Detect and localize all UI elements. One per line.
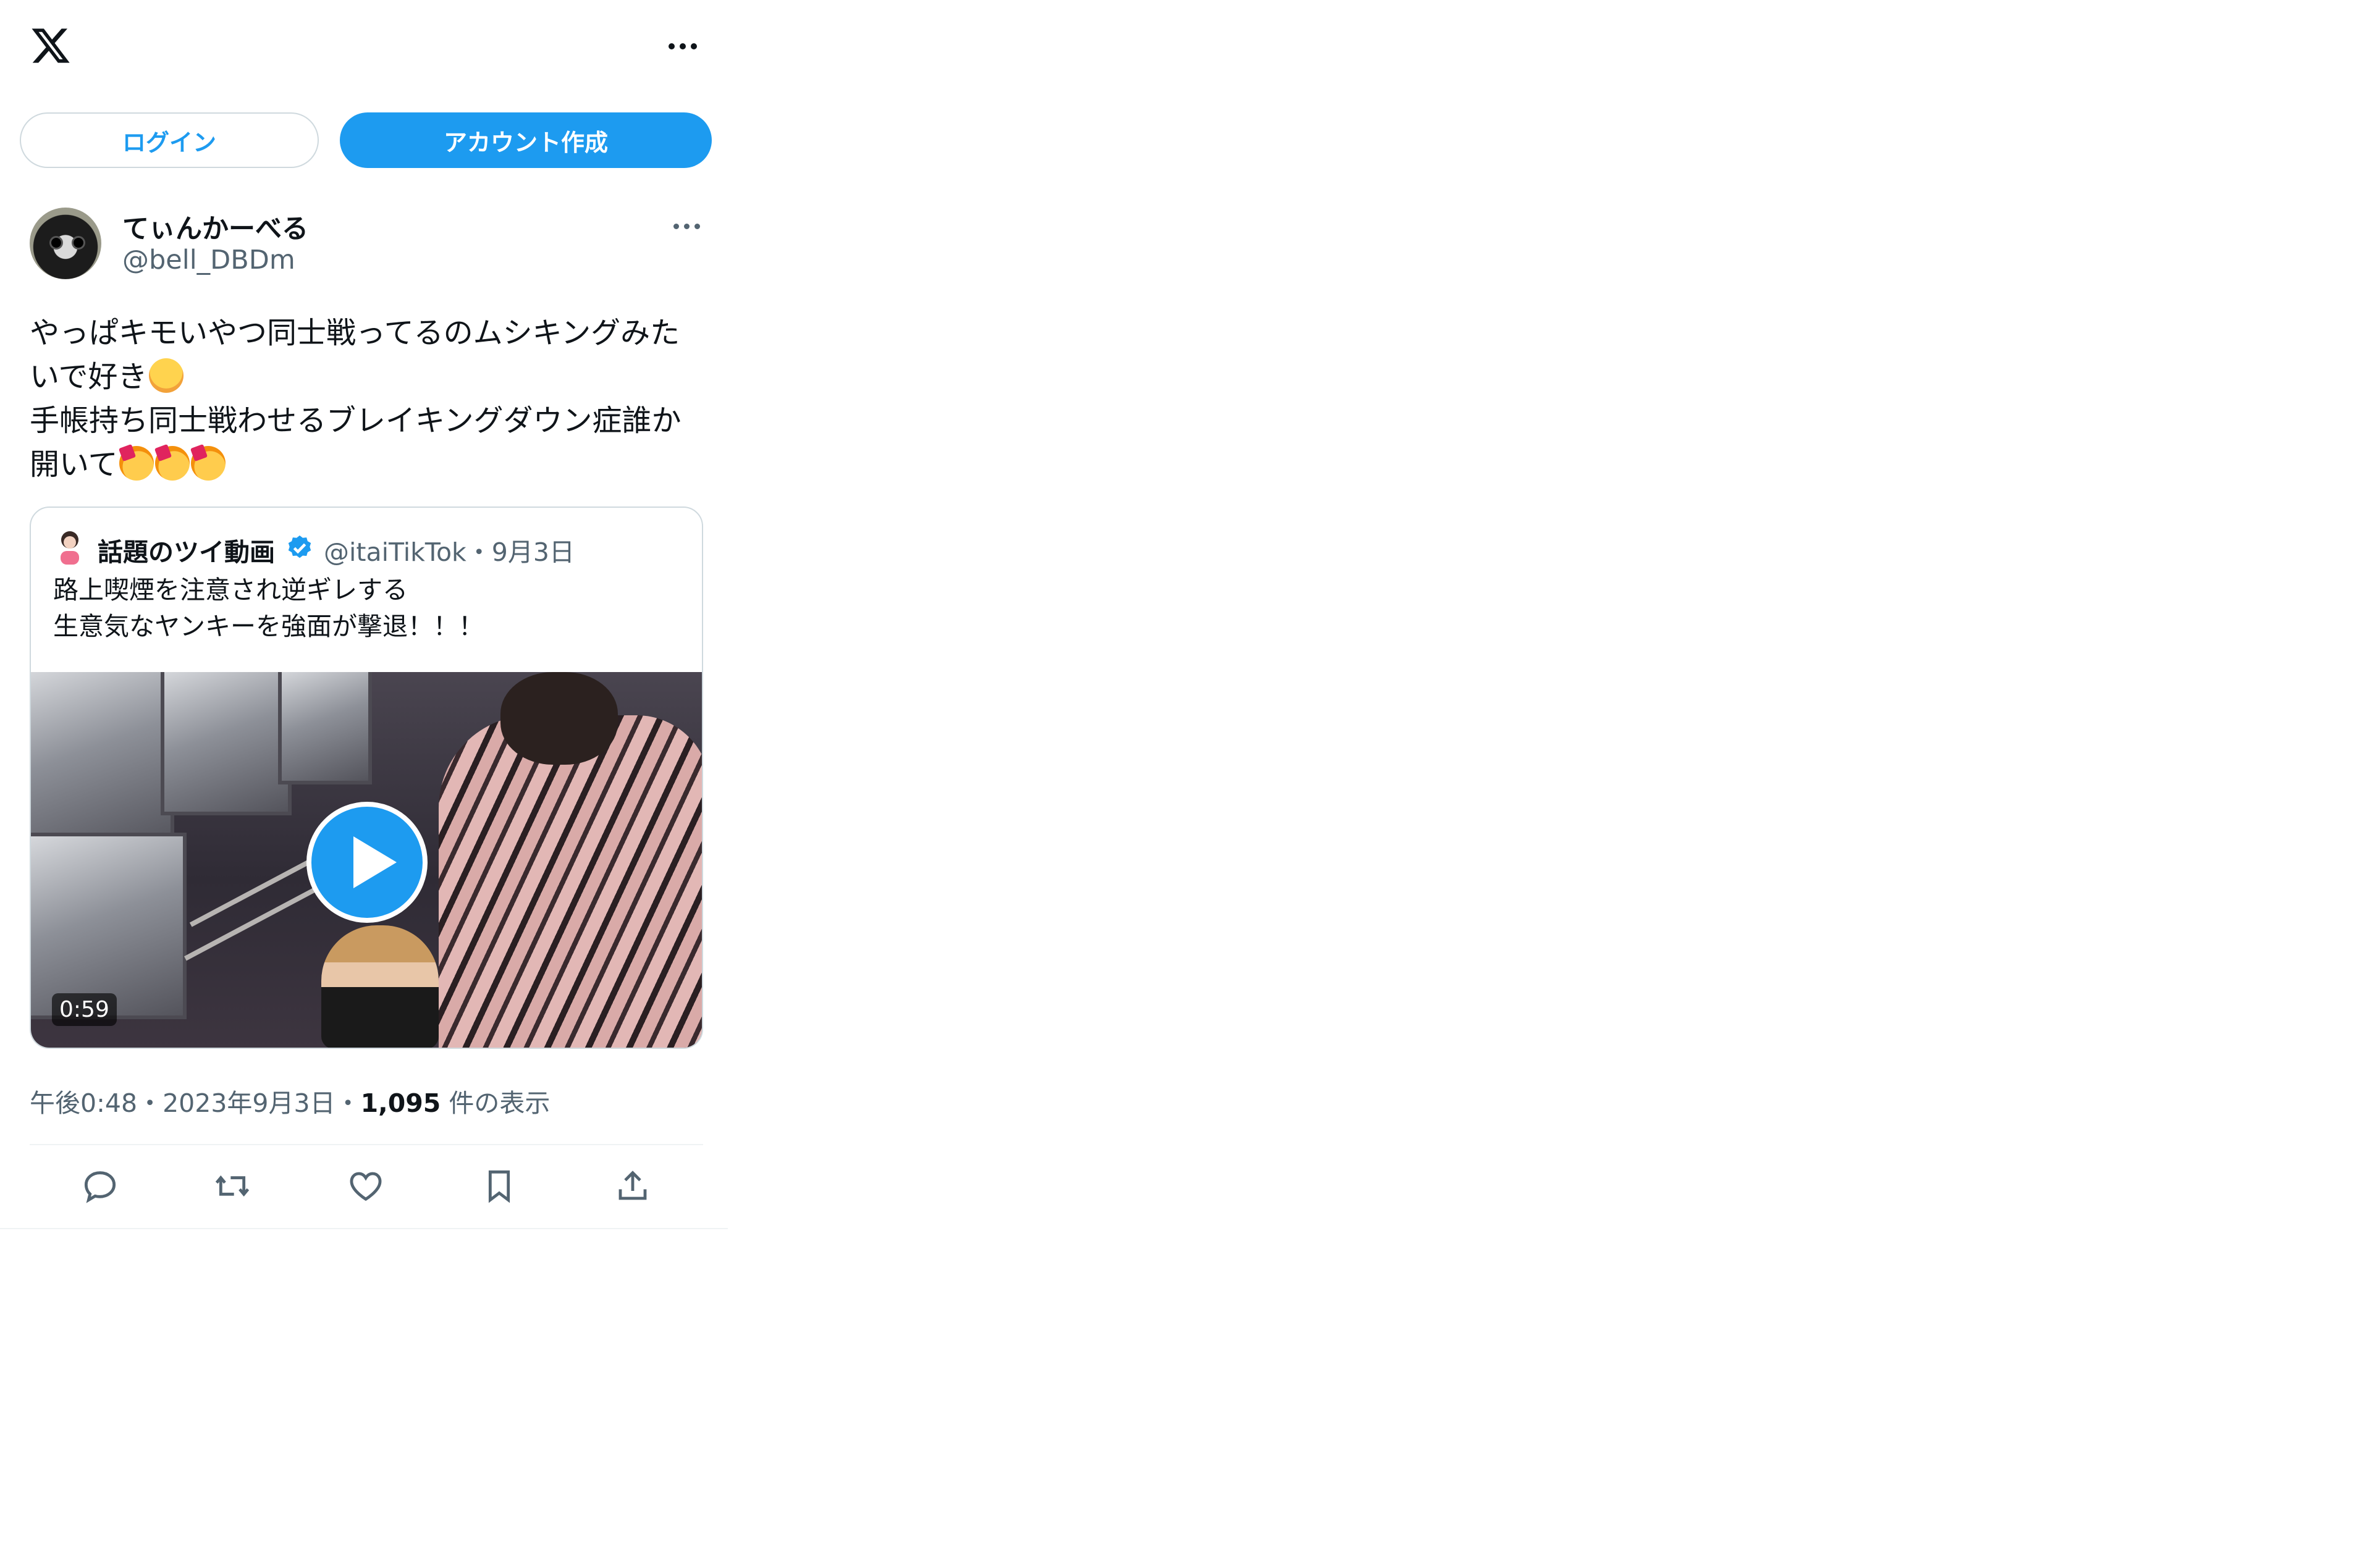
video-person [439, 715, 702, 1048]
tweet-text-line: やっぱキモいやつ同士戦ってるのムシキングみた [30, 316, 680, 350]
share-icon[interactable] [613, 1166, 652, 1206]
quote-meta: @itaiTikTok・9月3日 [324, 537, 575, 567]
tweet-timestamp[interactable]: 午後0:48・2023年9月3日・1,095 件の表示 [30, 1082, 550, 1119]
video-thumbnail[interactable]: 0:59 [31, 672, 702, 1048]
avatar-eye [49, 236, 63, 250]
author-name[interactable]: てぃんかーべる [122, 208, 308, 246]
quote-text-line: 生意気なヤンキーを強面が撃退！！！ [53, 612, 484, 641]
login-button[interactable]: ログイン [20, 112, 319, 168]
verified-badge-icon [288, 535, 311, 558]
retweet-icon[interactable] [213, 1166, 252, 1206]
partying-face-emoji [119, 446, 154, 481]
window-pane [161, 672, 292, 815]
divider [30, 1144, 703, 1145]
play-button[interactable] [306, 802, 428, 923]
partying-face-emoji [190, 446, 226, 481]
window-pane [31, 672, 174, 846]
more-dots-icon[interactable] [669, 43, 697, 49]
tweet-text-line: 手帳持ち同士戦わせるブレイキングダウン症誰か [30, 403, 682, 438]
quoted-tweet[interactable]: 話題のツイ動画 @itaiTikTok・9月3日 路上喫煙を注意され逆ギレする … [30, 507, 703, 1049]
bottom-border [0, 1228, 728, 1229]
like-icon[interactable] [346, 1166, 386, 1206]
tweet-text-line: 開いて [30, 447, 118, 482]
video-person [321, 925, 439, 1048]
signup-button[interactable]: アカウント作成 [340, 112, 712, 168]
tweet-text: やっぱキモいやつ同士戦ってるのムシキングみた いで好き 手帳持ち同士戦わせるブレ… [30, 311, 703, 487]
tweet-more-icon[interactable] [673, 224, 700, 229]
partying-face-emoji [154, 446, 190, 481]
quote-avatar [61, 531, 79, 565]
quote-text: 路上喫煙を注意され逆ギレする 生意気なヤンキーを強面が撃退！！！ [53, 572, 484, 645]
avatar[interactable] [30, 208, 101, 279]
window-pane [278, 672, 372, 784]
avatar-eye [72, 236, 85, 250]
quote-text-line: 路上喫煙を注意され逆ギレする [53, 575, 408, 605]
views-count: 1,095 [360, 1088, 441, 1118]
smiling-face-emoji [148, 358, 184, 393]
tweet-text-line: いで好き [30, 359, 148, 394]
x-logo-icon[interactable] [30, 25, 72, 67]
author-handle[interactable]: @bell_DBDm [122, 245, 295, 275]
tweet-time[interactable]: 午後0:48・2023年9月3日・ [30, 1088, 361, 1118]
quote-author-name[interactable]: 話題のツイ動画 [98, 531, 275, 568]
video-duration: 0:59 [52, 993, 117, 1026]
window-pane [31, 833, 187, 1019]
reply-icon[interactable] [80, 1166, 120, 1206]
video-person-head [500, 672, 618, 765]
bookmark-icon[interactable] [479, 1166, 519, 1206]
tweet-page-column: ログイン アカウント作成 てぃんかーべる @bell_DBDm やっぱキモいやつ… [0, 0, 728, 1229]
views-label: 件の表示 [441, 1088, 551, 1118]
